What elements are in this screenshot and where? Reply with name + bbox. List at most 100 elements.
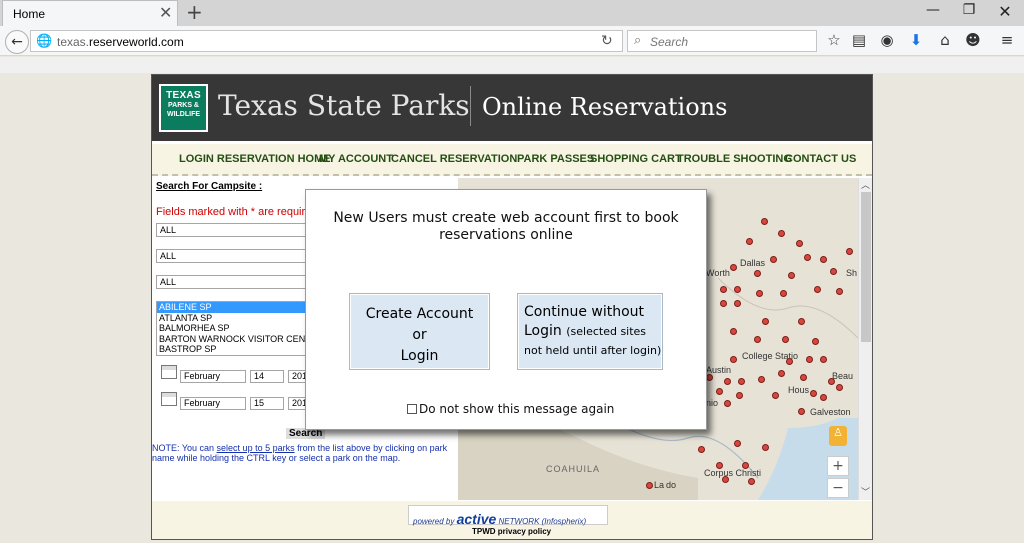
- close-tab-icon[interactable]: ✕: [159, 3, 172, 22]
- park-marker[interactable]: [820, 394, 827, 401]
- restore-icon[interactable]: ❐: [954, 2, 984, 18]
- park-marker[interactable]: [724, 378, 731, 385]
- park-marker[interactable]: [788, 272, 795, 279]
- address-bar[interactable]: 🌐 texas.reserveworld.com ↻: [30, 30, 623, 52]
- nav-contact-us[interactable]: CONTACT US: [785, 153, 856, 165]
- new-tab-icon[interactable]: +: [186, 0, 203, 24]
- park-marker[interactable]: [836, 288, 843, 295]
- depart-month-select[interactable]: February: [180, 397, 246, 410]
- park-marker[interactable]: [830, 268, 837, 275]
- scroll-down-icon[interactable]: ﹀: [861, 485, 870, 498]
- region-select[interactable]: ALL: [156, 223, 306, 237]
- park-list[interactable]: ABILENE SP ATLANTA SP BALMORHEA SP BARTO…: [156, 301, 306, 356]
- park-marker[interactable]: [820, 256, 827, 263]
- hello-icon[interactable]: ☻: [962, 31, 984, 49]
- arrive-calendar-icon[interactable]: [161, 365, 177, 379]
- privacy-policy-link[interactable]: TPWD privacy policy: [472, 527, 551, 536]
- park-marker[interactable]: [786, 358, 793, 365]
- park-marker[interactable]: [778, 230, 785, 237]
- scrollbar-thumb[interactable]: [861, 192, 871, 342]
- depart-calendar-icon[interactable]: [161, 392, 177, 406]
- nav-cancel-reservation[interactable]: CANCEL RESERVATION: [391, 153, 517, 165]
- park-marker[interactable]: [722, 476, 729, 483]
- dont-show-label[interactable]: Do not show this message again: [419, 402, 614, 416]
- list-item[interactable]: ABILENE SP: [157, 302, 305, 313]
- park-marker[interactable]: [762, 318, 769, 325]
- nav-login-home[interactable]: LOGIN RESERVATION HOME: [179, 153, 331, 165]
- park-marker[interactable]: [720, 286, 727, 293]
- zoom-in-button[interactable]: +: [827, 456, 849, 476]
- menu-icon[interactable]: ≡: [996, 31, 1018, 49]
- minimize-icon[interactable]: —: [918, 2, 948, 18]
- create-account-button[interactable]: Create Account or Login: [349, 293, 490, 370]
- park-marker[interactable]: [770, 256, 777, 263]
- park-marker[interactable]: [772, 392, 779, 399]
- nav-my-account[interactable]: MY ACCOUNT: [319, 153, 393, 165]
- arrive-day-select[interactable]: 14: [250, 370, 284, 383]
- park-marker[interactable]: [804, 254, 811, 261]
- list-item[interactable]: BASTROP SP: [157, 344, 305, 355]
- home-icon[interactable]: ⌂: [934, 31, 956, 49]
- park-marker[interactable]: [814, 286, 821, 293]
- back-button[interactable]: ←: [5, 30, 29, 54]
- park-marker[interactable]: [742, 462, 749, 469]
- park-marker[interactable]: [730, 356, 737, 363]
- browser-search-box[interactable]: ⌕ Search: [627, 30, 817, 52]
- arrive-year-select[interactable]: 201: [288, 370, 307, 383]
- park-marker[interactable]: [828, 378, 835, 385]
- park-marker[interactable]: [706, 374, 713, 381]
- park-marker[interactable]: [746, 238, 753, 245]
- depart-day-select[interactable]: 15: [250, 397, 284, 410]
- park-marker[interactable]: [738, 378, 745, 385]
- active-network-logo[interactable]: powered by active NETWORK (Infospherix): [408, 505, 608, 527]
- pocket-icon[interactable]: ◉: [876, 31, 898, 49]
- facility-select[interactable]: ALL: [156, 275, 306, 289]
- park-marker[interactable]: [734, 440, 741, 447]
- select-parks-link[interactable]: select up to 5 parks: [217, 443, 295, 453]
- park-marker[interactable]: [734, 286, 741, 293]
- nav-trouble-shooting[interactable]: TROUBLE SHOOTING: [677, 153, 792, 165]
- park-marker[interactable]: [736, 392, 743, 399]
- park-marker[interactable]: [758, 376, 765, 383]
- park-marker[interactable]: [762, 444, 769, 451]
- park-marker[interactable]: [720, 300, 727, 307]
- park-marker[interactable]: [810, 390, 817, 397]
- park-marker[interactable]: [836, 384, 843, 391]
- park-marker[interactable]: [698, 446, 705, 453]
- list-item[interactable]: BARTON WARNOCK VISITOR CENTE: [157, 334, 305, 345]
- depart-year-select[interactable]: 201: [288, 397, 307, 410]
- park-marker[interactable]: [754, 336, 761, 343]
- continue-without-login-button[interactable]: Continue without Login (selected sites n…: [517, 293, 663, 370]
- reading-list-icon[interactable]: ▤: [848, 31, 870, 49]
- park-marker[interactable]: [798, 408, 805, 415]
- close-window-icon[interactable]: ✕: [990, 2, 1020, 21]
- park-marker[interactable]: [716, 462, 723, 469]
- park-marker[interactable]: [754, 270, 761, 277]
- download-icon[interactable]: ⬇: [905, 31, 927, 49]
- park-marker[interactable]: [780, 290, 787, 297]
- park-marker[interactable]: [730, 328, 737, 335]
- map-scrollbar[interactable]: ︿ ﹀: [858, 178, 872, 500]
- browser-tab[interactable]: Home ✕: [2, 0, 178, 26]
- park-marker[interactable]: [812, 338, 819, 345]
- park-marker[interactable]: [734, 300, 741, 307]
- park-marker[interactable]: [730, 264, 737, 271]
- park-marker[interactable]: [724, 400, 731, 407]
- dont-show-checkbox[interactable]: [407, 404, 417, 414]
- park-marker[interactable]: [756, 290, 763, 297]
- reload-icon[interactable]: ↻: [601, 33, 613, 49]
- park-marker[interactable]: [761, 218, 768, 225]
- list-item[interactable]: BALMORHEA SP: [157, 323, 305, 334]
- park-marker[interactable]: [782, 336, 789, 343]
- zoom-out-button[interactable]: −: [827, 478, 849, 498]
- nav-shopping-cart[interactable]: SHOPPING CART: [590, 153, 682, 165]
- park-marker[interactable]: [716, 388, 723, 395]
- scroll-up-icon[interactable]: ︿: [861, 178, 870, 191]
- park-marker[interactable]: [646, 482, 653, 489]
- tpwd-logo[interactable]: TEXAS PARKS & WILDLIFE: [159, 84, 208, 132]
- park-marker[interactable]: [820, 356, 827, 363]
- nav-park-passes[interactable]: PARK PASSES: [517, 153, 594, 165]
- park-marker[interactable]: [796, 240, 803, 247]
- park-marker[interactable]: [798, 318, 805, 325]
- park-marker[interactable]: [846, 248, 853, 255]
